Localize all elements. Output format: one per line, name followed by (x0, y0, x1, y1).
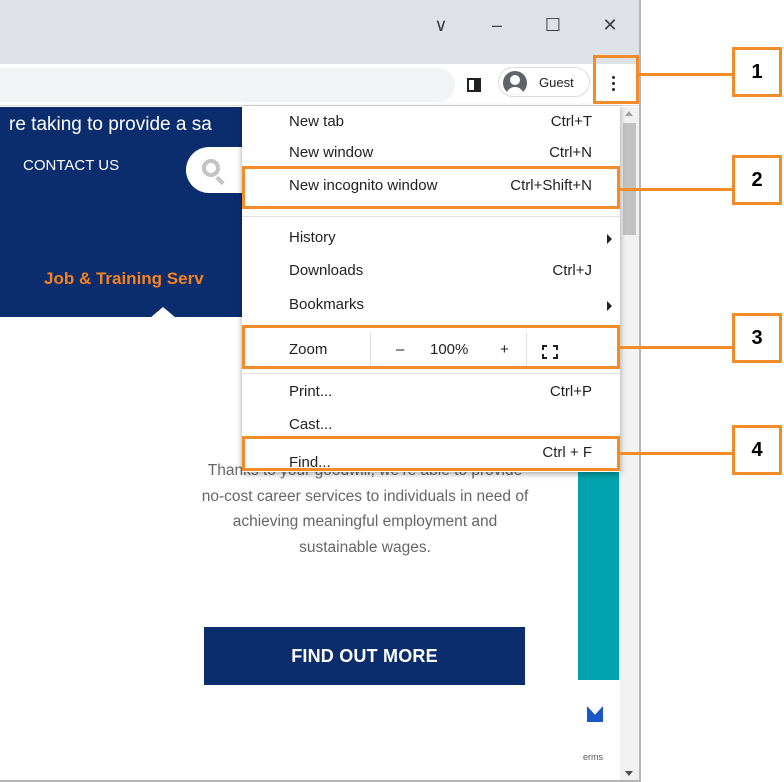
recaptcha-logo-icon (587, 706, 603, 722)
menu-divider (242, 373, 620, 374)
job-training-services-tab[interactable]: Job & Training Serv (44, 269, 204, 289)
menu-item-label: New window (289, 144, 374, 161)
menu-item-label: Downloads (289, 262, 364, 279)
highlight-find (242, 436, 620, 471)
callout-badge-4: 4 (732, 425, 782, 475)
scroll-thumb[interactable] (623, 123, 636, 235)
title-bar: ∨ – ☐ ✕ (0, 0, 639, 64)
maximize-icon[interactable]: ☐ (528, 10, 578, 40)
menu-item-label: Cast... (289, 416, 333, 433)
callout-badge-2: 2 (732, 155, 782, 205)
side-panel-block (578, 446, 619, 680)
menu-item-shortcut: Ctrl+J (552, 262, 592, 279)
submenu-arrow-icon (607, 301, 612, 311)
profile-button[interactable]: Guest (498, 67, 590, 97)
minimize-icon[interactable]: – (472, 10, 522, 40)
menu-item-label: Print... (289, 383, 333, 400)
callout-connector (619, 346, 732, 349)
recaptcha-terms[interactable]: erms (583, 752, 603, 762)
active-tab-caret (150, 307, 176, 317)
menu-item-shortcut: Ctrl+P (549, 383, 592, 400)
find-out-more-button[interactable]: FIND OUT MORE (204, 627, 525, 685)
menu-item-downloads[interactable]: Downloads Ctrl+J (242, 257, 620, 287)
tab-search-chevron-down-icon[interactable]: ∨ (416, 10, 466, 40)
callout-connector (619, 188, 732, 191)
side-panel-icon[interactable] (467, 78, 481, 92)
highlight-zoom (242, 325, 620, 369)
highlight-new-incognito-window (242, 166, 620, 209)
contact-us-link[interactable]: CONTACT US (23, 157, 119, 174)
menu-item-shortcut: Ctrl+N (549, 144, 592, 161)
menu-item-bookmarks[interactable]: Bookmarks (242, 291, 620, 321)
menu-item-label: History (289, 229, 336, 246)
callout-badge-1: 1 (732, 47, 782, 97)
guest-avatar-icon (503, 71, 527, 95)
browser-window: ∨ – ☐ ✕ Guest re taking to provide a sa … (0, 0, 641, 782)
menu-divider (242, 216, 620, 217)
submenu-arrow-icon (607, 234, 612, 244)
address-bar[interactable] (0, 68, 455, 102)
page-scrollbar[interactable] (620, 107, 639, 780)
menu-item-new-tab[interactable]: New tab Ctrl+T (242, 108, 620, 138)
scroll-up-arrow-icon[interactable] (625, 111, 633, 116)
close-icon[interactable]: ✕ (585, 10, 635, 40)
chrome-main-menu: New tab Ctrl+T New window Ctrl+N New inc… (242, 106, 620, 472)
menu-item-shortcut: Ctrl+T (550, 113, 592, 130)
profile-label: Guest (539, 75, 574, 90)
menu-item-history[interactable]: History (242, 224, 620, 254)
scroll-down-arrow-icon[interactable] (625, 771, 633, 776)
highlight-menu-button (593, 55, 639, 104)
menu-item-label: New tab (289, 113, 345, 130)
menu-item-print[interactable]: Print... Ctrl+P (242, 378, 620, 408)
menu-item-label: Bookmarks (289, 296, 365, 313)
callout-connector (638, 73, 732, 76)
banner-text: re taking to provide a sa (9, 114, 212, 135)
search-icon (202, 159, 220, 177)
callout-connector (619, 452, 732, 455)
menu-item-new-window[interactable]: New window Ctrl+N (242, 139, 620, 169)
browser-toolbar: Guest (0, 64, 639, 106)
callout-badge-3: 3 (732, 313, 782, 363)
